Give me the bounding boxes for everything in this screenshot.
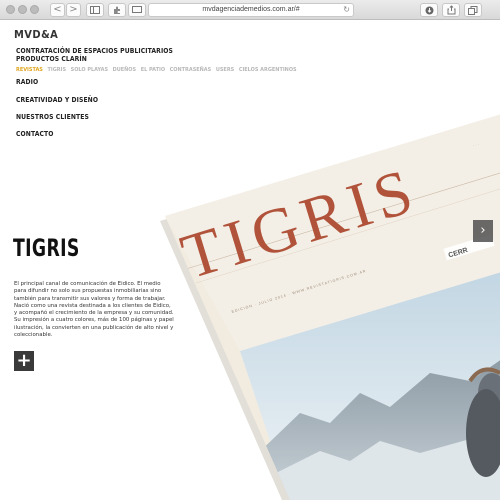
sidebar-icon (90, 6, 100, 14)
reload-icon[interactable]: ↻ (343, 4, 350, 16)
expand-button[interactable]: + (14, 351, 34, 371)
address-bar[interactable]: mvdagenciademedios.com.ar/# ↻ (148, 3, 354, 17)
nav-subitem-tigris[interactable]: TIGRIS (47, 67, 66, 73)
page-description: El principal canal de comunicación de Ei… (14, 281, 174, 339)
screen-icon (132, 6, 142, 13)
nav-item-clientes[interactable]: NUESTROS CLIENTES (16, 113, 98, 121)
browser-toolbar: < > mvdagenciademedios.com.ar/# ↻ (0, 0, 500, 20)
close-window-button[interactable] (6, 5, 15, 14)
site-logo[interactable]: MVD&A (14, 28, 58, 41)
nav-lower: RADIO CREATIVIDAD Y DISEÑO NUESTROS CLIE… (16, 78, 105, 147)
nav-subitem-users[interactable]: USERS (216, 67, 234, 73)
nav-subitems: REVISTAS TIGRIS SOLO PLAYAS DUEÑOS EL PATIO C… (16, 67, 301, 73)
share-icon (447, 5, 455, 15)
download-button[interactable] (420, 3, 438, 17)
back-button[interactable]: < (50, 3, 65, 17)
nav-subitem-duenos[interactable]: DUEÑOS (113, 67, 136, 73)
extension-button[interactable] (108, 3, 126, 17)
main-nav: CONTRATACIÓN DE ESPACIOS PUBLICITARIOS P… (16, 47, 216, 63)
forward-button[interactable]: > (66, 3, 81, 17)
download-icon (425, 6, 433, 15)
nav-subitem-cielos-argentinos[interactable]: CIELOS ARGENTINOS (239, 67, 297, 73)
nav-subitem-contrasenas[interactable]: CONTRASEÑAS (170, 67, 212, 73)
tabs-icon (468, 6, 478, 15)
reader-button[interactable] (128, 3, 146, 17)
web-page: TIGRIS EDICIÓN · JULIO 2014 · WWW.REVIST… (0, 21, 500, 500)
nav-item-creatividad[interactable]: CREATIVIDAD Y DISEÑO (16, 96, 98, 104)
puzzle-icon (113, 6, 120, 14)
tabs-overview-button[interactable] (464, 3, 482, 17)
minimize-window-button[interactable] (18, 5, 27, 14)
nav-item-contacto[interactable]: CONTACTO (16, 130, 98, 138)
nav-subitem-el-patio[interactable]: EL PATIO (141, 67, 165, 73)
next-slide-button[interactable]: › (473, 220, 493, 242)
nav-section-productos-clarin[interactable]: PRODUCTOS CLARÍN (16, 55, 200, 63)
sidebar-toggle-button[interactable] (86, 3, 104, 17)
nav-subitem-revistas[interactable]: REVISTAS (16, 67, 43, 73)
nav-item-radio[interactable]: RADIO (16, 78, 98, 86)
share-button[interactable] (442, 3, 460, 17)
zoom-window-button[interactable] (30, 5, 39, 14)
page-title: TIGRIS (13, 234, 80, 262)
url-text: mvdagenciademedios.com.ar/# (202, 6, 300, 13)
nav-subitem-solo-playas[interactable]: SOLO PLAYAS (71, 67, 108, 73)
nav-item-contratacion[interactable]: CONTRATACIÓN DE ESPACIOS PUBLICITARIOS (16, 47, 200, 55)
